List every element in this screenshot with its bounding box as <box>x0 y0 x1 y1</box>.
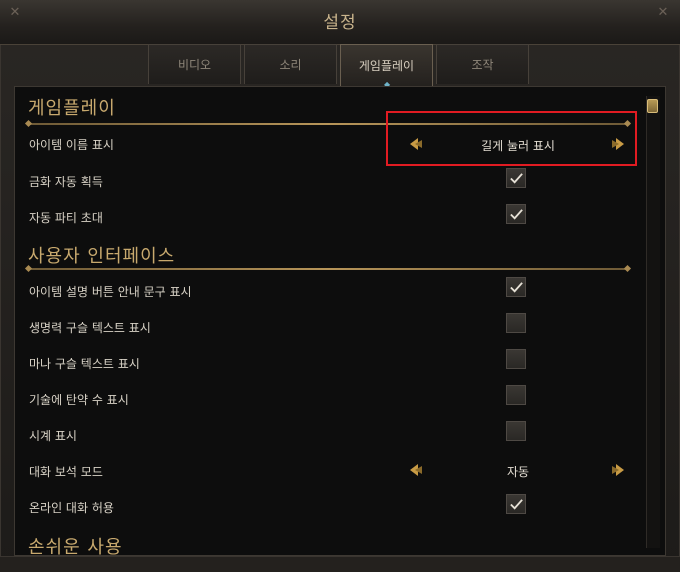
tab-sound[interactable]: 소리 <box>244 44 337 84</box>
highlight-box <box>386 111 637 166</box>
checkbox-mana-orb-text[interactable] <box>506 349 526 369</box>
window-bottom-edge <box>0 556 680 572</box>
section-heading-ui: 사용자 인터페이스 <box>28 246 176 267</box>
label-auto-party-invite: 자동 파티 초대 <box>29 211 103 225</box>
label-clock: 시계 표시 <box>29 429 77 443</box>
arrow-right-icon[interactable] <box>611 463 625 477</box>
checkmark-icon <box>509 281 523 293</box>
scrollbar-thumb[interactable] <box>647 99 658 113</box>
section-heading-gameplay: 게임플레이 <box>28 98 116 119</box>
label-mana-orb-text: 마나 구슬 텍스트 표시 <box>29 357 140 371</box>
checkbox-life-orb-text[interactable] <box>506 313 526 333</box>
title-bar: ✕ 설정 ✕ <box>0 0 680 45</box>
tab-controls[interactable]: 조작 <box>436 44 529 84</box>
corner-ornament-right-icon: ✕ <box>657 5 669 20</box>
arrow-left-icon[interactable] <box>409 463 423 477</box>
label-skill-charges: 기술에 탄약 수 표시 <box>29 393 129 407</box>
label-online-chat: 온라인 대화 허용 <box>29 501 114 515</box>
checkbox-online-chat[interactable] <box>506 494 526 514</box>
checkmark-icon <box>509 172 523 184</box>
label-chat-gem-mode: 대화 보석 모드 <box>29 465 103 479</box>
checkbox-clock[interactable] <box>506 421 526 441</box>
checkmark-icon <box>509 498 523 510</box>
tab-video[interactable]: 비디오 <box>148 44 241 84</box>
checkbox-gold-autopickup[interactable] <box>506 168 526 188</box>
section-divider <box>28 268 628 270</box>
window-title: 설정 <box>323 13 357 33</box>
chat-gem-mode-value: 자동 <box>506 465 530 479</box>
checkmark-icon <box>509 208 523 220</box>
scrollbar[interactable] <box>646 96 660 548</box>
checkbox-auto-party-invite[interactable] <box>506 204 526 224</box>
tab-bar: 비디오 소리 게임플레이 조작 <box>148 44 529 86</box>
checkbox-skill-charges[interactable] <box>506 385 526 405</box>
label-gold-autopickup: 금화 자동 획득 <box>29 175 103 189</box>
label-life-orb-text: 생명력 구슬 텍스트 표시 <box>29 321 151 335</box>
label-item-tooltip-hint: 아이템 설명 버튼 안내 문구 표시 <box>29 285 192 299</box>
checkbox-item-tooltip-hint[interactable] <box>506 277 526 297</box>
label-item-name-display: 아이템 이름 표시 <box>29 138 114 152</box>
